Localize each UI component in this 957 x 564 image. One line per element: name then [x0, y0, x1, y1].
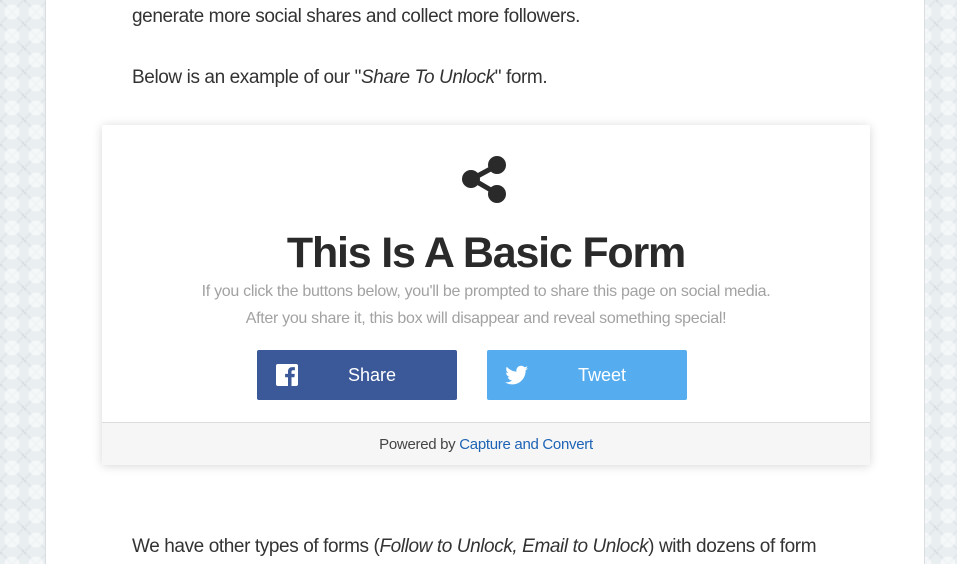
- other-text-after: ) with dozens of form: [648, 536, 817, 557]
- facebook-share-button[interactable]: Share: [257, 350, 457, 400]
- powered-by-prefix: Powered by: [379, 436, 460, 453]
- share-button-label: Share: [347, 365, 397, 385]
- tweet-button-label: Tweet: [577, 365, 627, 385]
- example-text-before: Below is an example of our ": [132, 67, 361, 88]
- other-text-before: We have other types of forms (: [132, 536, 380, 557]
- other-form-types: Follow to Unlock, Email to Unlock: [379, 536, 649, 557]
- example-form-name: Share To Unlock: [360, 67, 495, 88]
- share-icon: [462, 156, 506, 203]
- example-text-after: " form.: [494, 67, 548, 88]
- form-title: This Is A Basic Form: [286, 229, 686, 277]
- other-forms-paragraph: We have other types of forms (Follow to …: [132, 536, 817, 558]
- content-column: generate more social shares and collect …: [45, 0, 925, 564]
- example-paragraph: Below is an example of our "Share To Unl…: [132, 67, 548, 89]
- capture-and-convert-link[interactable]: Capture and Convert: [459, 436, 593, 453]
- intro-paragraph: generate more social shares and collect …: [132, 6, 580, 28]
- form-subtitle-line2: After you share it, this box will disapp…: [245, 310, 727, 327]
- form-subtitle-line1: If you click the buttons below, you'll b…: [201, 283, 771, 300]
- share-to-unlock-form: This Is A Basic Form If you click the bu…: [102, 125, 870, 465]
- intro-text: generate more social shares and collect …: [132, 6, 580, 27]
- powered-by-footer: Powered by Capture and Convert: [102, 422, 870, 465]
- twitter-tweet-button[interactable]: Tweet: [487, 350, 687, 400]
